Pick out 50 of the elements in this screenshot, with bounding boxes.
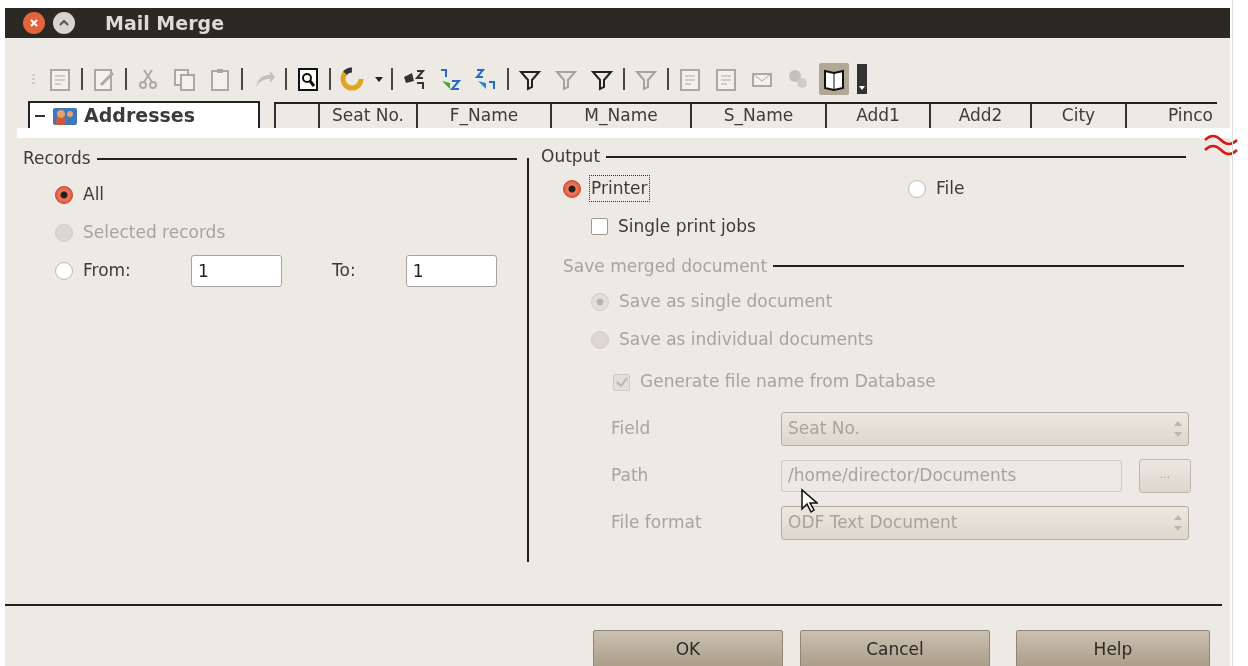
check-icon: [615, 376, 628, 388]
document-icon: [48, 67, 72, 91]
document-icon: [678, 67, 702, 91]
close-button[interactable]: [23, 12, 45, 34]
group-title: Output: [541, 145, 601, 168]
close-icon: [29, 18, 39, 28]
option-label[interactable]: From:: [83, 257, 181, 284]
cancel-button[interactable]: Cancel: [800, 630, 990, 666]
toolbar-button[interactable]: [819, 63, 849, 95]
window-title: Mail Merge: [105, 10, 225, 36]
option-label[interactable]: File: [934, 174, 967, 203]
radio-button[interactable]: [908, 179, 926, 198]
dropdown-value: Seat No.: [788, 416, 860, 440]
field-label: Field: [611, 416, 652, 440]
radio-button[interactable]: [55, 185, 73, 204]
dropdown-value: ODF Text Document: [788, 510, 958, 534]
sort-descending-icon: [474, 67, 498, 91]
option-label[interactable]: Printer: [589, 174, 650, 203]
sort-ascending-icon: [438, 67, 462, 91]
maximize-button[interactable]: [53, 12, 75, 34]
group-title: Records: [23, 147, 91, 170]
option-label[interactable]: All: [83, 181, 105, 208]
address-book-icon: [52, 105, 78, 126]
radio-button[interactable]: [563, 179, 581, 198]
ok-button[interactable]: OK: [593, 630, 783, 666]
document-icon: [714, 67, 738, 91]
caret-icon: [375, 76, 383, 82]
search-icon: [296, 67, 320, 91]
toolbar-button[interactable]: [855, 63, 869, 95]
refresh-icon: [340, 67, 364, 91]
help-button[interactable]: Help: [1016, 630, 1210, 666]
edit-icon: [92, 67, 116, 91]
copy-icon: [172, 67, 196, 91]
tree-item[interactable]: Addresses: [28, 101, 260, 128]
field-label: Path: [611, 463, 650, 487]
checkbox[interactable]: [591, 218, 608, 235]
from-field[interactable]: 1: [191, 254, 282, 287]
field-label: File format: [611, 510, 703, 534]
scroll-handle-icon: [857, 64, 867, 94]
to-field[interactable]: 1: [405, 254, 497, 287]
scissors-icon: [136, 67, 160, 91]
to-label: To:: [332, 258, 356, 282]
tree-label: Addresses: [84, 103, 195, 128]
clipboard-icon: [208, 67, 232, 91]
sort-icon: [402, 67, 426, 91]
chevron-icon: [58, 18, 70, 28]
checkbox-label[interactable]: Single print jobs: [618, 213, 756, 240]
radio-button[interactable]: [55, 261, 73, 280]
group-title: Save merged document: [563, 254, 768, 278]
mouse-cursor-icon: [800, 488, 818, 514]
